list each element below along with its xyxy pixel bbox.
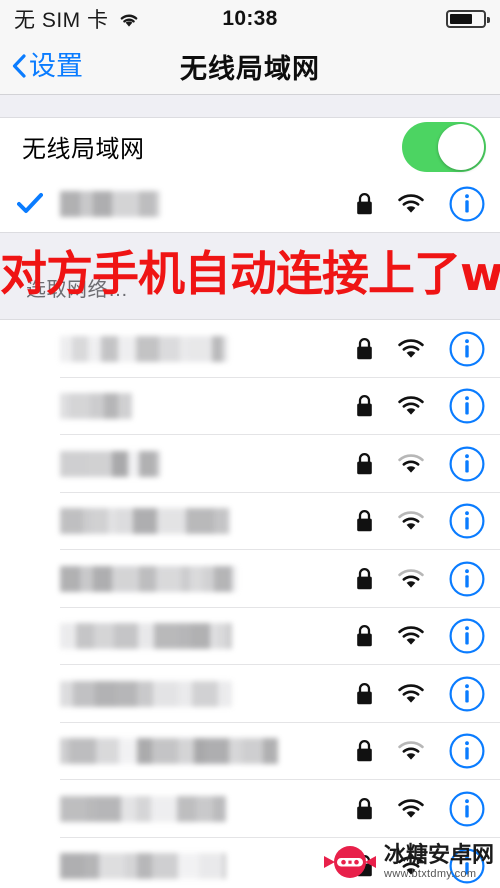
network-row-icons xyxy=(355,790,486,828)
network-ssid xyxy=(60,508,230,535)
info-circle-icon[interactable] xyxy=(448,732,486,770)
connected-check xyxy=(0,192,60,216)
network-ssid xyxy=(60,680,232,707)
network-row-icons xyxy=(355,387,486,425)
info-circle-icon[interactable] xyxy=(448,330,486,368)
network-ssid xyxy=(60,565,237,592)
lock-icon xyxy=(357,452,372,474)
network-ssid xyxy=(60,393,132,420)
chevron-left-icon xyxy=(12,54,26,78)
lock-icon xyxy=(357,682,372,704)
network-row-icons xyxy=(355,560,486,598)
connected-network-icons xyxy=(355,185,486,223)
top-spacer xyxy=(0,95,500,117)
section-header-label: 选取网络… xyxy=(26,279,129,301)
network-ssid xyxy=(60,450,160,477)
checkmark-icon xyxy=(17,192,43,213)
wifi-signal-icon xyxy=(398,338,424,358)
wifi-icon xyxy=(120,14,137,27)
battery-icon xyxy=(446,10,490,28)
network-row[interactable] xyxy=(0,377,500,435)
lock-icon xyxy=(357,337,372,359)
info-circle-icon[interactable] xyxy=(448,617,486,655)
info-circle-icon[interactable] xyxy=(448,675,486,713)
info-circle-icon[interactable] xyxy=(448,387,486,425)
iphone-wifi-settings-screen: 无 SIM 卡 10:38 设置 无线局域网 无线局域网 选取网络… 对方手机自… xyxy=(0,0,500,888)
lock-icon xyxy=(357,797,372,819)
network-check-column xyxy=(0,808,60,810)
wifi-toggle-knob xyxy=(438,123,484,170)
info-circle-icon[interactable] xyxy=(448,560,486,598)
wifi-signal-icon xyxy=(398,511,424,530)
lock-icon xyxy=(357,625,372,647)
wifi-signal-icon xyxy=(398,453,424,473)
network-check-column xyxy=(0,578,60,580)
available-networks-group xyxy=(0,319,500,888)
wifi-signal-icon xyxy=(398,193,424,213)
watermark-text: 冰糖安卓网 www.btxtdmy.com xyxy=(384,844,494,880)
network-row-icons xyxy=(355,502,486,540)
navigation-bar: 设置 无线局域网 xyxy=(0,38,500,95)
network-row[interactable] xyxy=(0,665,500,723)
network-row-icons xyxy=(355,617,486,655)
network-row[interactable] xyxy=(0,780,500,838)
network-row[interactable] xyxy=(0,320,500,378)
wifi-signal-icon xyxy=(398,683,424,703)
network-check-column xyxy=(0,693,60,695)
network-check-column xyxy=(0,635,60,637)
network-ssid xyxy=(60,853,226,880)
wifi-toggle-label: 无线局域网 xyxy=(22,136,145,163)
lock-icon xyxy=(357,567,372,589)
info-circle-icon[interactable] xyxy=(448,185,486,223)
wifi-signal-icon xyxy=(398,626,424,645)
network-row-icons xyxy=(355,330,486,368)
network-row-icons xyxy=(355,675,486,713)
info-circle-icon[interactable] xyxy=(448,790,486,828)
connected-network-ssid xyxy=(60,190,160,217)
watermark-url: www.btxtdmy.com xyxy=(383,868,477,880)
watermark-title: 冰糖安卓网 xyxy=(383,842,494,867)
status-bar: 无 SIM 卡 10:38 xyxy=(0,0,500,38)
wifi-toggle[interactable] xyxy=(402,121,486,172)
status-bar-left: 无 SIM 卡 xyxy=(14,4,141,34)
network-check-column xyxy=(0,405,60,407)
wifi-toggle-row[interactable]: 无线局域网 xyxy=(0,118,500,175)
status-bar-right xyxy=(446,10,490,28)
lock-icon xyxy=(357,192,372,214)
network-row[interactable] xyxy=(0,722,500,780)
network-row[interactable] xyxy=(0,435,500,493)
connected-network-row[interactable] xyxy=(0,175,500,232)
network-check-column xyxy=(0,463,60,465)
wifi-signal-icon xyxy=(398,396,424,415)
network-ssid xyxy=(60,738,278,765)
network-ssid xyxy=(60,623,232,650)
network-ssid xyxy=(60,335,228,362)
network-row[interactable] xyxy=(0,607,500,665)
network-row-icons xyxy=(355,732,486,770)
lock-icon xyxy=(357,740,372,762)
network-check-column xyxy=(0,348,60,350)
network-check-column xyxy=(0,865,60,867)
info-circle-icon[interactable] xyxy=(448,502,486,540)
content-area: 无线局域网 选取网络… 对方手机自动连接上了wifi xyxy=(0,95,500,888)
choose-network-header: 选取网络… 对方手机自动连接上了wifi xyxy=(0,233,500,319)
network-row[interactable] xyxy=(0,550,500,608)
wifi-group: 无线局域网 xyxy=(0,117,500,233)
candy-ninja-logo-icon xyxy=(323,846,376,878)
network-row-icons xyxy=(355,445,486,483)
back-button[interactable]: 设置 xyxy=(12,50,83,81)
wifi-signal-icon xyxy=(398,568,424,588)
lock-icon xyxy=(357,395,372,417)
network-ssid xyxy=(60,795,226,822)
carrier-label: 无 SIM 卡 xyxy=(14,9,109,32)
network-check-column xyxy=(0,520,60,522)
info-circle-icon[interactable] xyxy=(448,445,486,483)
site-watermark: 冰糖安卓网 www.btxtdmy.com xyxy=(321,840,494,884)
lock-icon xyxy=(357,510,372,532)
network-check-column xyxy=(0,750,60,752)
wifi-signal-icon xyxy=(398,798,424,818)
network-row[interactable] xyxy=(0,492,500,550)
wifi-signal-icon xyxy=(398,741,424,760)
back-button-label: 设置 xyxy=(29,50,83,81)
